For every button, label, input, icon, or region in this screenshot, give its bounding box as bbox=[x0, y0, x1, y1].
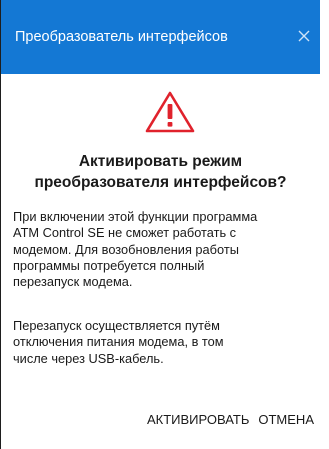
cancel-button[interactable]: ОТМЕНА bbox=[255, 412, 317, 427]
dialog: Преобразователь интерфейсов Активировать… bbox=[0, 0, 320, 449]
warning-triangle-icon bbox=[145, 91, 195, 133]
note-line: числе через USB-кабель. bbox=[13, 350, 164, 366]
dialog-title: Преобразователь интерфейсов bbox=[15, 29, 228, 45]
activate-button[interactable]: АКТИВИРОВАТЬ bbox=[144, 412, 252, 427]
message-line: программы потребуется полный bbox=[13, 257, 205, 273]
dialog-note-paragraph: Перезапуск осуществляется путём отключен… bbox=[13, 318, 318, 367]
dialog-actions: АКТИВИРОВАТЬ ОТМЕНА bbox=[144, 409, 317, 429]
note-line: Перезапуск осуществляется путём bbox=[13, 318, 220, 333]
close-icon bbox=[298, 30, 310, 42]
dialog-heading-line: Активировать режим bbox=[78, 153, 243, 170]
message-line: перезапуск модема. bbox=[13, 274, 133, 290]
dialog-heading-line: преобразователя интерфейсов? bbox=[34, 174, 287, 191]
message-line: модемом. Для возобновления работы bbox=[13, 241, 239, 257]
dialog-titlebar: Преобразователь интерфейсов bbox=[1, 0, 320, 74]
close-button[interactable] bbox=[290, 23, 318, 51]
message-line: При включении этой функции программа bbox=[13, 209, 258, 224]
dialog-message-paragraph: При включении этой функции программа ATM… bbox=[13, 209, 318, 290]
message-line: ATM Control SE не сможет работать с bbox=[13, 225, 237, 241]
dialog-heading: Активировать режим преобразователя интер… bbox=[1, 151, 320, 193]
note-line: отключения питания модема, в том bbox=[13, 334, 224, 350]
